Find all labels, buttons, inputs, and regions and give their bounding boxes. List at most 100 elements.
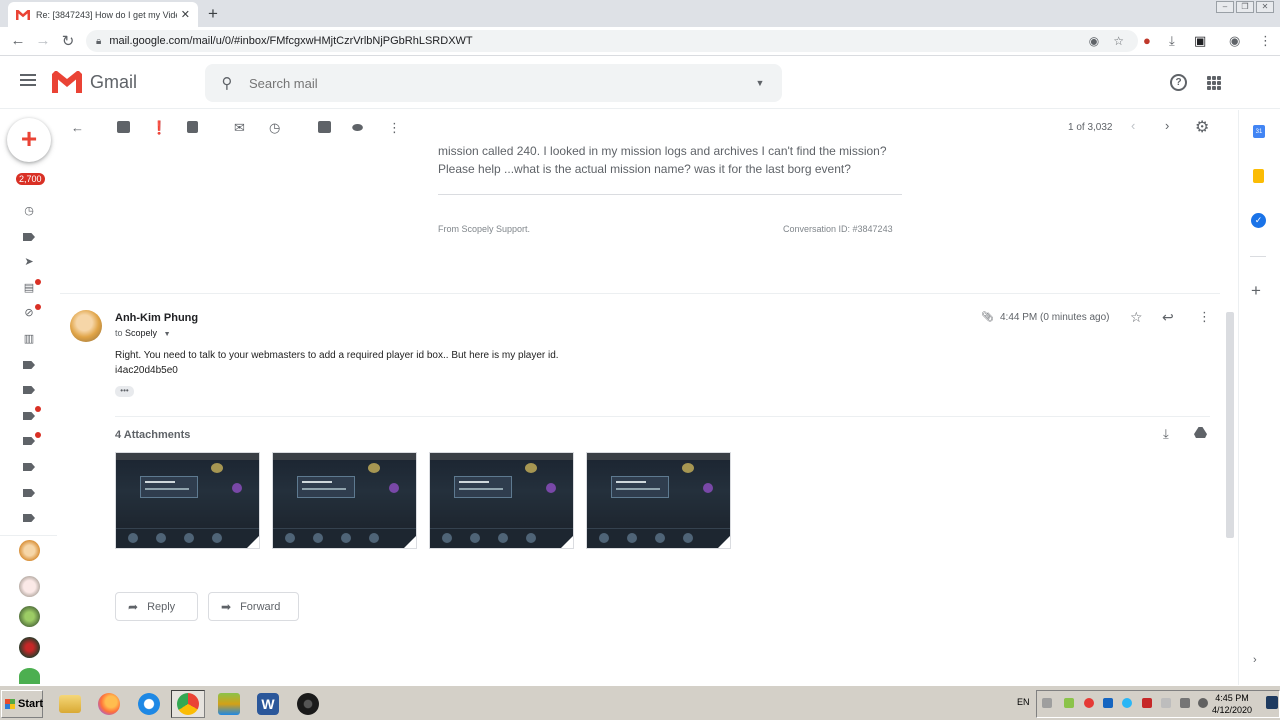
spam-icon[interactable]: ⊘ [22, 307, 36, 319]
download-icon[interactable]: ⤓ [1169, 33, 1175, 49]
browser-tab-gmail[interactable]: Re: [3847243] How do I get my Vide ✕ [8, 2, 198, 27]
hangouts-avatar[interactable] [19, 668, 40, 684]
label-icon[interactable] [23, 437, 35, 445]
bluestacks-app[interactable] [212, 690, 246, 718]
attachment-thumbnail[interactable] [115, 452, 260, 549]
thread-scrollbar[interactable] [1226, 312, 1234, 538]
hangouts-avatar[interactable] [19, 540, 40, 561]
reply-button[interactable]: ➦ Reply [115, 592, 198, 621]
attachment-thumbnail[interactable] [586, 452, 731, 549]
chrome-app[interactable] [171, 690, 205, 718]
move-to-icon[interactable] [318, 121, 331, 133]
get-addons-icon[interactable]: + [1251, 281, 1261, 301]
main-menu-icon[interactable] [20, 74, 36, 89]
firefox-app[interactable] [92, 690, 126, 718]
minimize-icon[interactable]: – [1216, 1, 1234, 13]
hangouts-avatar[interactable] [19, 606, 40, 627]
close-window-icon[interactable]: ✕ [1256, 1, 1274, 13]
label-icon[interactable] [23, 514, 35, 522]
obs-app[interactable] [291, 690, 325, 718]
mark-unread-icon[interactable]: ✉ [234, 120, 245, 136]
delete-icon[interactable] [187, 121, 198, 133]
tray-app-icon[interactable] [1103, 698, 1113, 708]
label-icon[interactable] [23, 489, 35, 497]
report-spam-icon[interactable]: ❗ [151, 120, 167, 136]
search-bar[interactable]: ⚲ ▼ [205, 64, 782, 102]
show-trimmed-content-button[interactable]: ••• [115, 386, 134, 397]
eye-icon[interactable]: ◉ [1089, 34, 1099, 48]
back-to-inbox-icon[interactable]: ← [71, 120, 84, 135]
tasks-icon[interactable]: ✓ [1251, 213, 1266, 228]
word-app[interactable]: W [251, 690, 285, 718]
lock-icon[interactable]: 🔒︎ [96, 36, 101, 47]
star-icon[interactable]: ☆ [1130, 309, 1143, 326]
labels-icon[interactable]: ⬬ [352, 120, 363, 136]
internet-explorer-app[interactable] [132, 690, 166, 718]
calendar-icon[interactable]: 31 [1253, 125, 1265, 138]
back-icon[interactable]: ← [8, 32, 28, 49]
download-all-icon[interactable]: ⤓ [1163, 426, 1169, 442]
label-icon[interactable] [23, 412, 35, 420]
hangouts-avatar[interactable] [19, 637, 40, 658]
label-icon[interactable] [23, 386, 35, 394]
hangouts-avatar[interactable] [19, 576, 40, 597]
sender-name[interactable]: Anh-Kim Phung [115, 312, 198, 324]
google-apps-icon[interactable] [1207, 76, 1221, 90]
start-button[interactable]: Start [1, 690, 43, 718]
save-to-drive-icon[interactable] [1194, 427, 1207, 438]
forward-button[interactable]: ➡ Forward [208, 592, 299, 621]
important-icon[interactable] [23, 233, 35, 241]
keep-icon[interactable] [1253, 169, 1264, 183]
sent-icon[interactable]: ➤ [22, 256, 36, 268]
help-icon[interactable]: ? [1170, 74, 1187, 91]
settings-gear-icon[interactable]: ⚙ [1195, 117, 1209, 137]
attachment-thumbnail[interactable] [429, 452, 574, 549]
new-tab-button[interactable]: + [208, 4, 218, 24]
drafts-icon[interactable]: ▤ [22, 282, 36, 294]
attachment-thumbnail[interactable] [272, 452, 417, 549]
reply-icon[interactable]: ↩ [1162, 309, 1174, 326]
snoozed-icon[interactable]: ◷ [22, 205, 36, 217]
volume-icon[interactable] [1198, 698, 1208, 708]
keyboard-tray-icon[interactable] [1042, 698, 1052, 708]
profile-icon[interactable]: ◉ [1229, 33, 1240, 49]
tray-app-icon[interactable] [1122, 698, 1132, 708]
tray-app-icon[interactable] [1142, 698, 1152, 708]
extension-icon[interactable]: ● [1143, 33, 1151, 48]
archive-icon[interactable] [117, 121, 130, 133]
file-explorer-app[interactable] [53, 690, 87, 718]
taskbar-clock[interactable]: 4:45 PM 4/12/2020 [1212, 692, 1252, 716]
gmail-logo[interactable]: Gmail [52, 71, 137, 93]
notifications-icon[interactable] [1266, 696, 1278, 709]
maximize-icon[interactable]: ❐ [1236, 1, 1254, 13]
recipient-details-icon[interactable]: ▼ [164, 331, 171, 338]
sender-avatar[interactable] [70, 310, 102, 342]
search-icon[interactable]: ⚲ [205, 74, 249, 92]
input-language[interactable]: EN [1017, 697, 1030, 707]
search-input[interactable] [249, 75, 738, 91]
message-more-icon[interactable]: ⋮ [1198, 309, 1211, 325]
bookmark-star-icon[interactable]: ☆ [1113, 34, 1124, 48]
cast-icon[interactable]: ▣ [1194, 33, 1206, 49]
address-bar[interactable]: 🔒︎ mail.google.com/mail/u/0/#inbox/FMfcg… [86, 30, 1138, 52]
trash-icon[interactable]: ▥ [22, 333, 36, 345]
tray-app-icon[interactable] [1161, 698, 1171, 708]
tray-app-icon[interactable] [1084, 698, 1094, 708]
more-options-icon[interactable]: ⋮ [388, 120, 401, 136]
search-options-icon[interactable]: ▼ [738, 78, 782, 88]
compose-button[interactable]: + [7, 118, 51, 162]
recipient-line[interactable]: to Scopely ▼ [115, 328, 171, 338]
network-icon[interactable] [1180, 698, 1190, 708]
clock-date: 4/12/2020 [1212, 705, 1253, 715]
newer-icon[interactable]: ‹ [1131, 118, 1135, 133]
label-icon[interactable] [23, 463, 35, 471]
show-side-panel-icon[interactable]: › [1253, 654, 1257, 666]
snooze-icon[interactable]: ◷ [269, 120, 280, 136]
chrome-menu-icon[interactable]: ⋮ [1259, 33, 1272, 49]
forward-icon[interactable]: → [33, 32, 53, 49]
tab-close-icon[interactable]: ✕ [181, 8, 190, 21]
older-icon[interactable]: › [1165, 118, 1169, 133]
reload-icon[interactable]: ↻ [58, 32, 78, 50]
bluestacks-tray-icon[interactable] [1064, 698, 1074, 708]
label-icon[interactable] [23, 361, 35, 369]
